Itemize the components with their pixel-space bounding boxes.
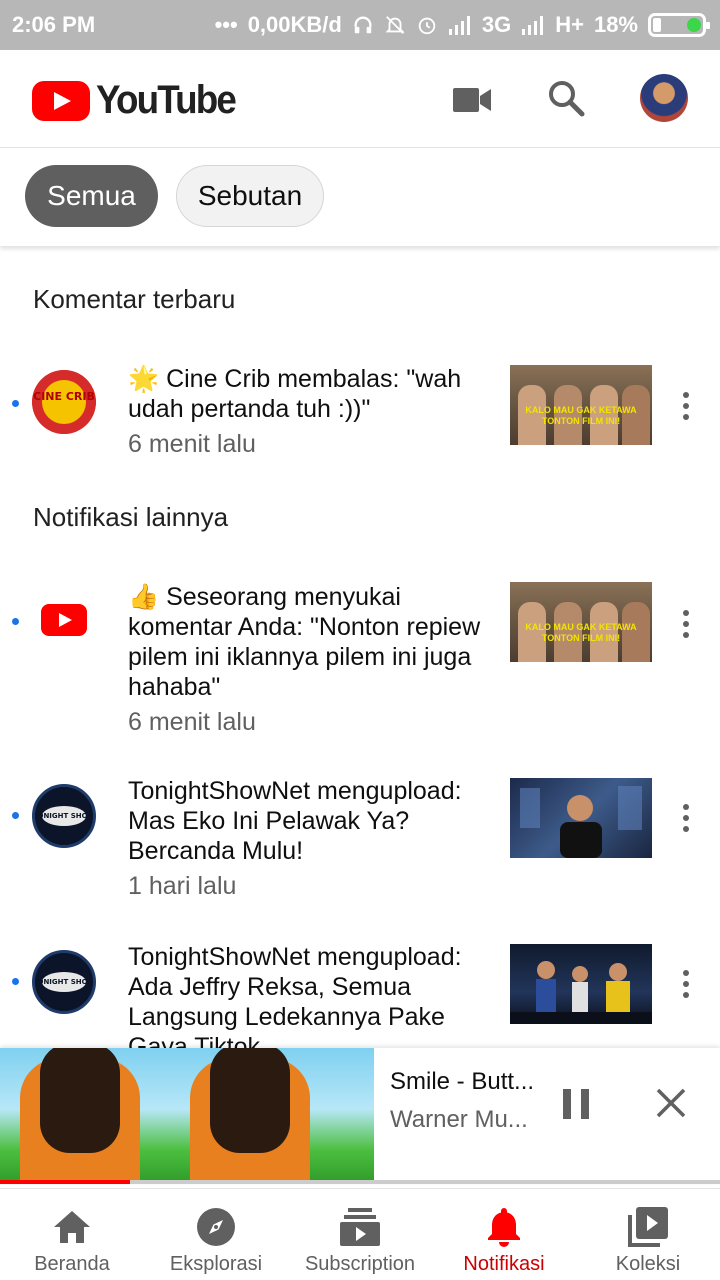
thumbnail-caption: KALO MAU GAK KETAWA TONTON FILM INI! <box>525 405 637 426</box>
unread-dot <box>12 618 19 625</box>
nav-label: Eksplorasi <box>169 1253 263 1275</box>
nav-label: Subscription <box>304 1253 416 1275</box>
app-bar: YouTube <box>0 50 720 148</box>
library-icon <box>628 1207 668 1247</box>
network-type-1: 3G <box>481 12 512 37</box>
youtube-play-logo-icon <box>32 80 90 121</box>
filter-chips: Semua Sebutan <box>0 148 720 246</box>
chip-sebutan[interactable]: Sebutan <box>176 165 324 227</box>
notification-text: 👍 Seseorang menyukai komentar Anda: "Non… <box>128 582 498 737</box>
unread-dot <box>12 978 19 985</box>
mute-bell-icon <box>385 16 405 34</box>
tonight-show-logo-icon: TONIGHT SHOW <box>35 789 93 843</box>
channel-avatar[interactable]: CINE CRIB <box>32 370 96 434</box>
notification-time: 1 hari lalu <box>128 872 237 900</box>
alarm-icon <box>418 17 436 35</box>
video-thumbnail[interactable]: KALO MAU GAK KETAWA TONTON FILM INI! <box>510 582 652 662</box>
unread-dot <box>12 812 19 819</box>
more-options-icon[interactable] <box>682 610 690 638</box>
search-icon[interactable] <box>546 78 586 118</box>
thumbnail-scene <box>510 961 652 1024</box>
more-options-icon[interactable] <box>682 804 690 832</box>
nav-label: Beranda <box>34 1253 110 1275</box>
notification-message: TonightShowNet mengupload: Ada Jeffry Re… <box>128 943 462 1061</box>
nav-label: Koleksi <box>615 1253 681 1275</box>
logo-lettering: TONIGHT SHOW <box>35 812 93 820</box>
notification-time: 6 menit lalu <box>128 430 256 458</box>
tonight-show-logo-icon: TONIGHT SHOW <box>35 955 93 1009</box>
channel-avatar[interactable] <box>32 588 96 652</box>
mini-player[interactable]: Smile - Butt... Warner Mu... <box>0 1048 720 1184</box>
youtube-logo[interactable]: YouTube <box>32 78 247 123</box>
more-options-icon[interactable] <box>682 970 690 998</box>
notification-time: 6 menit lalu <box>128 708 256 736</box>
nav-item-notifikasi[interactable]: Notifikasi <box>432 1189 576 1280</box>
notification-text: TonightShowNet mengupload: Mas Eko Ini P… <box>128 776 498 901</box>
youtube-play-logo-icon <box>41 604 87 636</box>
nav-label: Notifikasi <box>463 1253 545 1275</box>
section-title-other: Notifikasi lainnya <box>33 502 229 532</box>
notification-message: 🌟 Cine Crib membalas: "wah udah pertanda… <box>128 365 462 423</box>
notification-message: TonightShowNet mengupload: Mas Eko Ini P… <box>128 777 462 865</box>
network-type-2: H+ <box>555 12 584 37</box>
status-time: 2:06 PM <box>12 12 96 37</box>
video-thumbnail[interactable] <box>510 778 652 858</box>
status-data-rate: 0,00KB/d <box>247 12 342 37</box>
signal-icon <box>522 16 544 35</box>
status-indicators: ••• 0,00KB/d 3G H+ 18% <box>214 12 710 38</box>
subscriptions-icon <box>340 1208 380 1246</box>
battery-icon <box>648 13 710 37</box>
mini-player-title[interactable]: Smile - Butt... <box>390 1068 540 1096</box>
close-icon[interactable] <box>654 1086 688 1120</box>
notification-text: 🌟 Cine Crib membalas: "wah udah pertanda… <box>128 364 498 459</box>
battery-percent: 18% <box>593 12 638 37</box>
bottom-navigation: Beranda Eksplorasi Subscription Notifika… <box>0 1188 720 1280</box>
notification-text: TonightShowNet mengupload: Ada Jeffry Re… <box>128 942 498 1062</box>
mini-player-progress-fill <box>0 1180 130 1184</box>
status-bar: 2:06 PM ••• 0,00KB/d 3G H+ 18% <box>0 0 720 50</box>
cine-crib-logo-icon: CINE CRIB <box>32 370 96 434</box>
signal-icon <box>448 16 470 35</box>
nav-item-subscription[interactable]: Subscription <box>288 1189 432 1280</box>
logo-lettering: TONIGHT SHOW <box>35 978 93 986</box>
video-thumbnail[interactable] <box>510 944 652 1024</box>
pause-icon[interactable] <box>563 1089 589 1119</box>
status-dots: ••• <box>214 12 238 37</box>
thumbnail-caption: KALO MAU GAK KETAWA TONTON FILM INI! <box>525 622 637 643</box>
headphones-icon <box>354 16 372 34</box>
mini-player-progress <box>0 1180 720 1184</box>
account-avatar[interactable] <box>640 74 688 122</box>
mini-player-video[interactable] <box>0 1048 374 1184</box>
channel-avatar[interactable]: TONIGHT SHOW <box>32 784 96 848</box>
thumbnail-scene <box>520 786 642 858</box>
logo-text: YouTube <box>96 78 237 122</box>
section-title-recent: Komentar terbaru <box>33 284 236 314</box>
video-thumbnail[interactable]: KALO MAU GAK KETAWA TONTON FILM INI! <box>510 365 652 445</box>
unread-dot <box>12 400 19 407</box>
notification-message: 👍 Seseorang menyukai komentar Anda: "Non… <box>128 583 481 701</box>
home-icon <box>54 1211 90 1243</box>
bell-icon <box>488 1208 520 1247</box>
explore-compass-icon <box>197 1208 235 1246</box>
video-camera-icon[interactable] <box>452 86 492 114</box>
nav-item-koleksi[interactable]: Koleksi <box>576 1189 720 1280</box>
more-options-icon[interactable] <box>682 392 690 420</box>
chip-semua[interactable]: Semua <box>25 165 158 227</box>
logo-lettering: CINE CRIB <box>33 390 95 403</box>
nav-item-beranda[interactable]: Beranda <box>0 1189 144 1280</box>
channel-avatar[interactable]: TONIGHT SHOW <box>32 950 96 1014</box>
mini-player-channel[interactable]: Warner Mu... <box>390 1106 540 1134</box>
nav-item-eksplorasi[interactable]: Eksplorasi <box>144 1189 288 1280</box>
